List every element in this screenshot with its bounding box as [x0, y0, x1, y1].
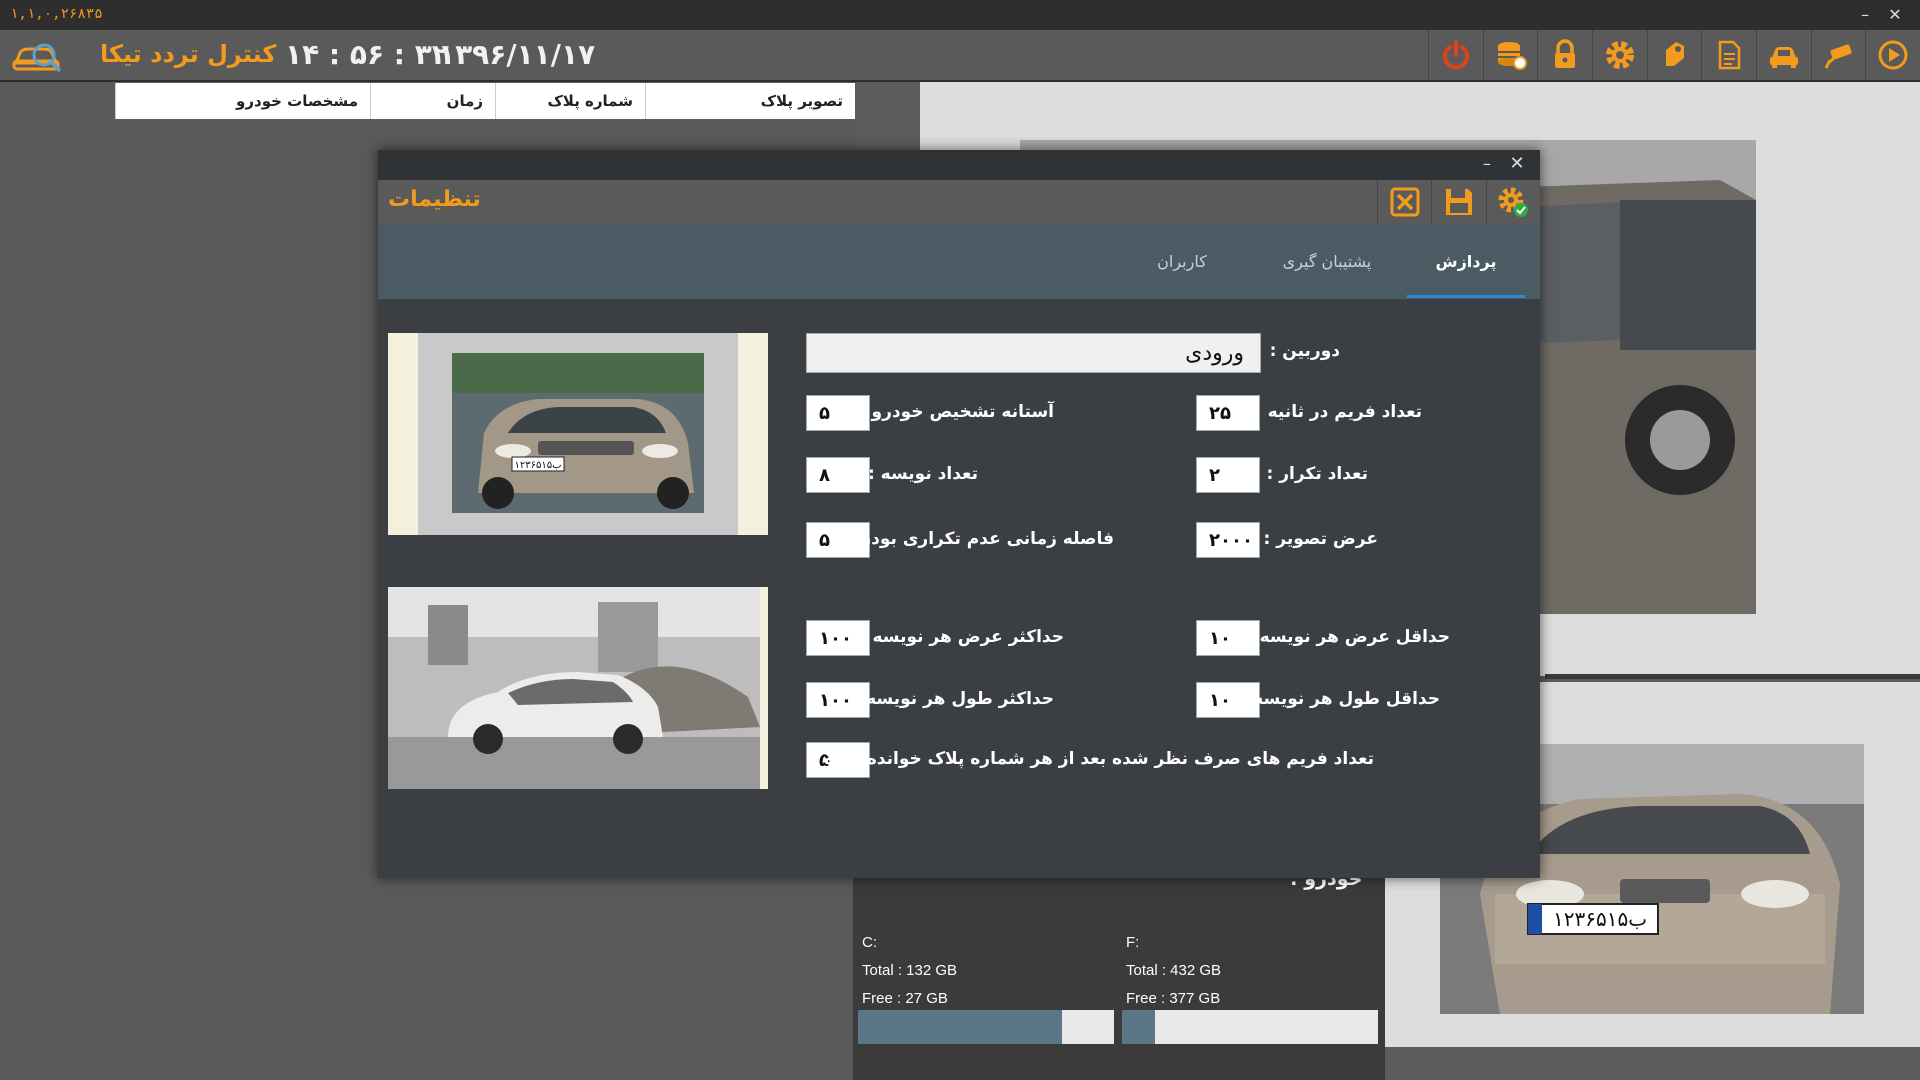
- play-button[interactable]: [1865, 30, 1920, 80]
- char-count-input[interactable]: ۸: [806, 457, 870, 493]
- dialog-minimize-button[interactable]: –: [1475, 152, 1499, 176]
- window-minimize-button[interactable]: –: [1852, 4, 1878, 26]
- disk-c-name: C:: [862, 934, 877, 951]
- car-icon: [1769, 47, 1798, 68]
- plate-text-right: ۱۲ب۳۶۵۱۵: [1553, 907, 1647, 931]
- max-char-width-label: حداکثر عرض هر نویسه :: [859, 627, 1064, 647]
- vehicle-button[interactable]: [1756, 30, 1811, 80]
- char-count-label: تعداد نویسه :: [867, 464, 978, 484]
- tag-icon: [1665, 42, 1684, 66]
- processing-settings-button[interactable]: [1485, 180, 1540, 224]
- column-vehicle-details[interactable]: مشخصات خودرو: [115, 83, 370, 119]
- database-button[interactable]: [1482, 30, 1538, 80]
- disk-c-total: Total : 132 GB: [862, 962, 958, 979]
- disk-f-usage-bar: [1122, 1010, 1378, 1044]
- window-titlebar: [0, 0, 1920, 30]
- gear-icon: [1605, 41, 1634, 69]
- column-plate-image[interactable]: تصویر پلاک: [645, 83, 855, 119]
- disk-f-name: F:: [1126, 934, 1140, 951]
- disk-c-free: Free : 27 GB: [862, 990, 948, 1007]
- tab-backup[interactable]: پشتیبان گیری: [1262, 245, 1392, 295]
- image-width-input[interactable]: ۲۰۰۰: [1196, 522, 1260, 558]
- search-car-logo-icon: [10, 33, 66, 77]
- disk-f-total: Total : 432 GB: [1126, 962, 1222, 979]
- max-char-height-label: حداکثر طول هر نویسه :: [853, 689, 1054, 709]
- app-title: کنترل تردد تیکا: [100, 40, 277, 68]
- settings-dialog-titlebar: [378, 150, 1540, 180]
- disk-c-usage-fill: [858, 1010, 1062, 1044]
- camera-label: دوربین :: [1269, 341, 1340, 361]
- disk-f-usage-fill: [1122, 1010, 1155, 1044]
- cancel-button[interactable]: [1377, 180, 1431, 224]
- disk-f-free: Free : 377 GB: [1126, 990, 1221, 1007]
- power-button[interactable]: [1428, 30, 1483, 80]
- tab-processing[interactable]: پردازش: [1407, 245, 1525, 298]
- fps-label: تعداد فریم در ثانیه: [1267, 402, 1422, 422]
- fps-input[interactable]: ۲۵: [1196, 395, 1260, 431]
- image-width-label: عرض تصویر :: [1263, 529, 1378, 549]
- settings-button[interactable]: [1592, 30, 1647, 80]
- window-close-button[interactable]: ✕: [1882, 4, 1908, 26]
- power-icon: [1442, 40, 1469, 70]
- min-char-width-label: حداقل عرض هر نویسه :: [1246, 627, 1450, 647]
- column-plate-number[interactable]: شماره پلاک: [495, 83, 645, 119]
- skipped-frames-label: تعداد فریم های صرف نظر شده بعد از هر شما…: [811, 749, 1374, 769]
- disk-c-usage-bar: [858, 1010, 1114, 1044]
- app-version: ۱,۱,۰,۲۶۸۳۵: [10, 6, 103, 22]
- tab-users[interactable]: کاربران: [1132, 245, 1232, 295]
- tag-button[interactable]: [1646, 30, 1702, 80]
- results-table-header: تصویر پلاک شماره پلاک زمان مشخصات خودرو: [115, 83, 855, 119]
- report-icon: [1718, 40, 1741, 70]
- settings-dialog-toolbar: [1377, 180, 1540, 224]
- database-icon: [1497, 42, 1527, 70]
- column-time[interactable]: زمان: [370, 83, 495, 119]
- settings-dialog-header: [378, 180, 1540, 224]
- vehicle-threshold-label: آستانه تشخیص خودرو :: [858, 402, 1054, 422]
- report-button[interactable]: [1701, 30, 1757, 80]
- camera-icon: [1824, 44, 1852, 69]
- save-icon: [1445, 189, 1472, 215]
- clock-date: ۱۳۹۶/۱۱/۱۷: [438, 38, 596, 71]
- close-box-icon: [1390, 187, 1420, 217]
- gear-check-icon: [1498, 187, 1529, 217]
- sample-image-bottom: [388, 587, 768, 789]
- sample-image-top: ۱۲ب۳۶۵۱۵: [388, 333, 768, 535]
- main-toolbar: [1428, 30, 1920, 80]
- lock-icon: [1555, 39, 1576, 68]
- camera-button[interactable]: [1810, 30, 1866, 80]
- dialog-close-button[interactable]: ✕: [1505, 152, 1529, 176]
- settings-dialog-title: تنظیمات: [388, 187, 481, 212]
- save-button[interactable]: [1431, 180, 1485, 224]
- min-char-height-label: حداقل طول هر نویسه :: [1240, 689, 1441, 709]
- camera-select[interactable]: ورودی: [806, 333, 1261, 373]
- image-divider: [1545, 674, 1920, 679]
- repeat-count-label: تعداد تکرار :: [1266, 464, 1368, 484]
- play-icon: [1878, 40, 1908, 70]
- plate-text-thumb: ۱۲ب۳۶۵۱۵: [514, 460, 561, 471]
- repeat-count-input[interactable]: ۲: [1196, 457, 1260, 493]
- clock-time: ۱۴ : ۵۶ : ۳۲: [285, 38, 449, 71]
- non-repeat-interval-label: فاصله زمانی عدم تکراری بودن :: [843, 529, 1114, 549]
- lock-button[interactable]: [1537, 30, 1593, 80]
